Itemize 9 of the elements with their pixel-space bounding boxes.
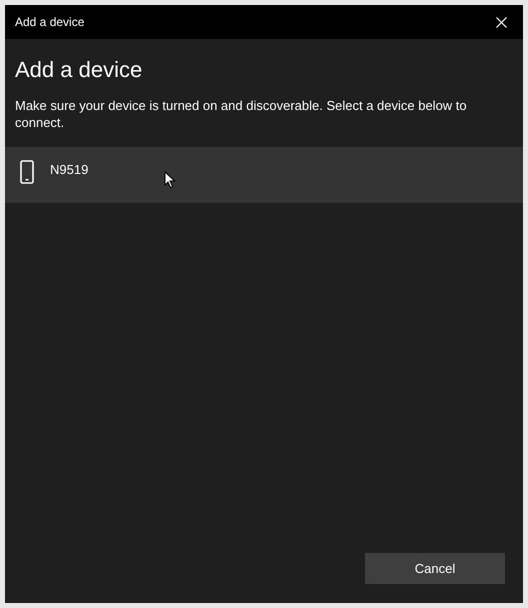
dialog-heading: Add a device (15, 56, 144, 84)
window-title: Add a device (15, 14, 84, 31)
phone-icon (20, 160, 34, 184)
instructions-text: Make sure your device is turned on and discoverable. Select a device below to connect. (15, 97, 468, 131)
device-item[interactable]: N9519 (5, 147, 523, 203)
mouse-pointer-icon (164, 171, 176, 189)
cancel-button[interactable]: Cancel (365, 553, 505, 584)
close-icon (496, 16, 506, 28)
device-name: N9519 (50, 161, 88, 179)
